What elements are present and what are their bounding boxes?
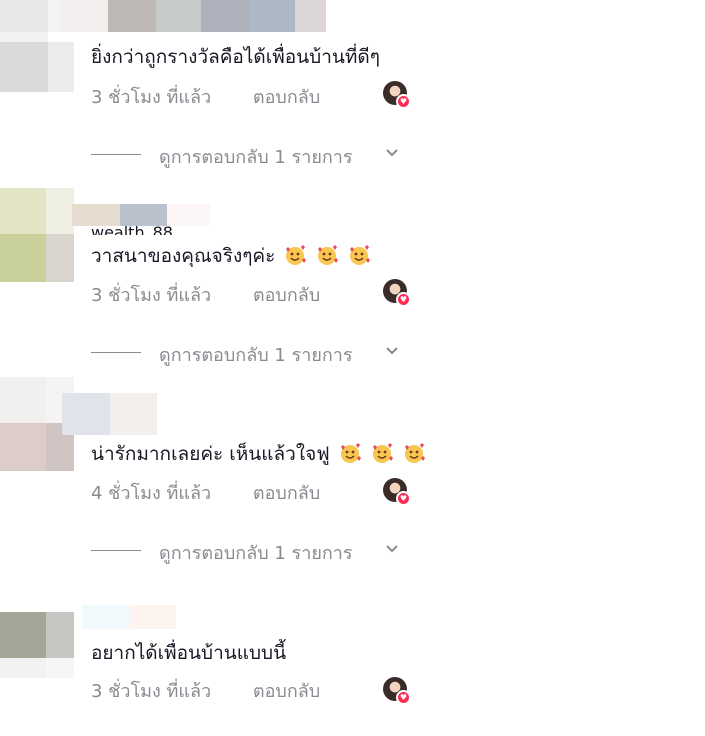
creator-liked-heart-icon: ♥	[383, 677, 411, 705]
comment-time: 3 ชั่วโมง ที่แล้ว	[91, 285, 212, 306]
comment-item: น่ารักมากเลยค่ะ เห็นแล้วใจฟู 4 ชั่วโมง ท…	[0, 377, 705, 587]
comment-text: วาสนาของคุณจริงๆค่ะ	[91, 244, 371, 268]
username-redacted[interactable]	[60, 0, 330, 32]
comment-meta: 4 ชั่วโมง ที่แล้ว ตอบกลับ	[91, 478, 320, 507]
username-redacted[interactable]	[62, 393, 162, 435]
comment-text: ยิ่งกว่าถูกรางวัลคือได้เพื่อนบ้านที่ดีๆ	[91, 45, 380, 69]
avatar[interactable]	[0, 188, 74, 282]
chevron-down-icon	[386, 545, 398, 553]
reply-button[interactable]: ตอบกลับ	[253, 478, 320, 507]
comment-meta: 3 ชั่วโมง ที่แล้ว ตอบกลับ	[91, 280, 320, 309]
comment-text: น่ารักมากเลยค่ะ เห็นแล้วใจฟู	[91, 442, 426, 466]
comment-text-content: น่ารักมากเลยค่ะ เห็นแล้วใจฟู	[91, 443, 330, 465]
comment-text: อยากได้เพื่อนบ้านแบบนี้	[91, 641, 286, 665]
username-redacted[interactable]	[72, 204, 212, 226]
username-redacted[interactable]	[82, 605, 182, 629]
comment-text-content: อยากได้เพื่อนบ้านแบบนี้	[91, 642, 287, 664]
comment-time: 3 ชั่วโมง ที่แล้ว	[91, 87, 212, 108]
comment-time: 3 ชั่วโมง ที่แล้ว	[91, 681, 212, 702]
creator-liked-heart-icon: ♥	[383, 81, 411, 109]
divider-line	[91, 352, 141, 353]
chevron-down-icon	[386, 149, 398, 157]
comment-text-content: วาสนาของคุณจริงๆค่ะ	[91, 245, 276, 267]
smiling-face-with-hearts-icon	[372, 443, 393, 463]
comment-text-content: ยิ่งกว่าถูกรางวัลคือได้เพื่อนบ้านที่ดีๆ	[91, 46, 380, 68]
comment-time: 4 ชั่วโมง ที่แล้ว	[91, 483, 212, 504]
comment-meta: 3 ชั่วโมง ที่แล้ว ตอบกลับ	[91, 676, 320, 705]
reply-button[interactable]: ตอบกลับ	[253, 676, 320, 705]
reply-button[interactable]: ตอบกลับ	[253, 82, 320, 111]
comment-item: wealth_88 วาสนาของคุณจริงๆค่ะ 3 ชั่วโมง …	[0, 188, 705, 388]
comment-item: ยิ่งกว่าถูกรางวัลคือได้เพื่อนบ้านที่ดีๆ …	[0, 0, 705, 190]
divider-line	[91, 154, 141, 155]
smiling-face-with-hearts-icon	[340, 443, 361, 463]
creator-liked-heart-icon: ♥	[383, 279, 411, 307]
divider-line	[91, 550, 141, 551]
creator-liked-heart-icon: ♥	[383, 478, 411, 506]
avatar[interactable]	[0, 612, 74, 698]
smiling-face-with-hearts-icon	[404, 443, 425, 463]
chevron-down-icon	[386, 347, 398, 355]
smiling-face-with-hearts-icon	[286, 245, 307, 265]
view-replies-label: ดูการตอบกลับ 1 รายการ	[159, 543, 353, 564]
view-replies-label: ดูการตอบกลับ 1 รายการ	[159, 147, 353, 168]
reply-button[interactable]: ตอบกลับ	[253, 280, 320, 309]
smiling-face-with-hearts-icon	[318, 245, 339, 265]
username-partial[interactable]: wealth_88	[91, 225, 173, 235]
comment-item: อยากได้เพื่อนบ้านแบบนี้ 3 ชั่วโมง ที่แล้…	[0, 594, 705, 736]
view-replies-label: ดูการตอบกลับ 1 รายการ	[159, 345, 353, 366]
smiling-face-with-hearts-icon	[350, 245, 371, 265]
comment-meta: 3 ชั่วโมง ที่แล้ว ตอบกลับ	[91, 82, 320, 111]
